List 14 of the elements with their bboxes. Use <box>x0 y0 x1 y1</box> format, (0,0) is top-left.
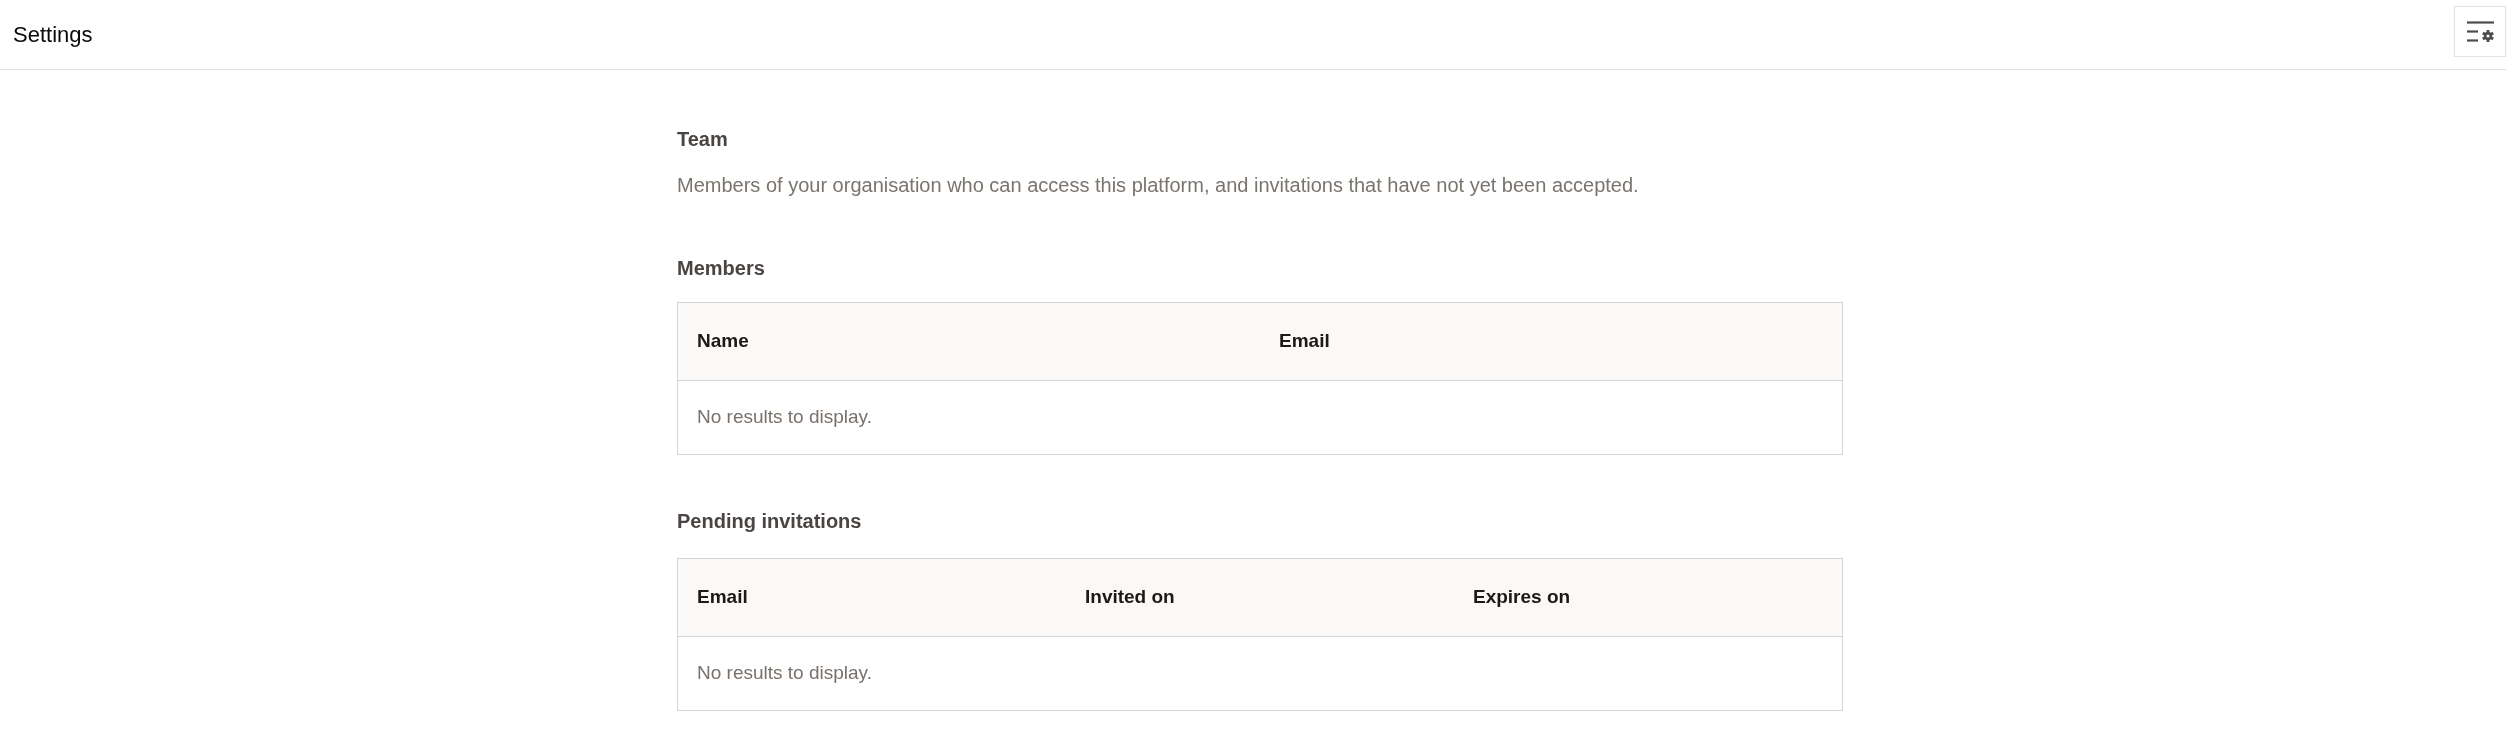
column-header: Invited on <box>1084 585 1176 610</box>
table-title: Pending invitations <box>677 509 863 534</box>
table-title: Members <box>677 256 766 281</box>
empty-message: No results to display. <box>697 405 872 430</box>
section-description: Members of your organisation who can access this platform, and invitations that have not yet been accepted. <box>677 173 1640 198</box>
empty-message: No results to display. <box>697 661 872 686</box>
section-title: Team <box>677 127 729 152</box>
column-header: Email <box>1278 329 1331 354</box>
list-settings-icon <box>2466 21 2494 42</box>
column-header: Name <box>696 329 750 354</box>
column-header: Email <box>696 585 749 610</box>
display-settings-button[interactable] <box>2454 6 2506 57</box>
column-header: Expires on <box>1472 585 1572 610</box>
page-title: Settings <box>13 21 93 49</box>
